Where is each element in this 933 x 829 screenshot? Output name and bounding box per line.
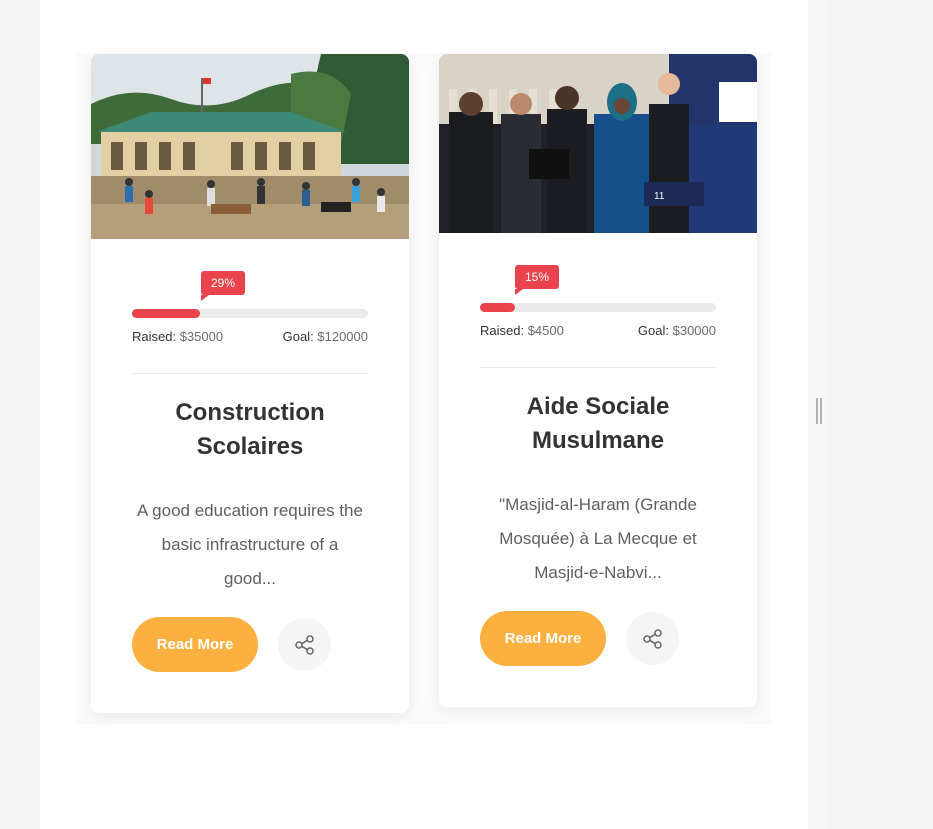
read-more-button[interactable]: Read More <box>480 611 606 666</box>
school-photo <box>91 54 409 239</box>
progress-track <box>132 309 368 318</box>
share-button[interactable] <box>626 612 679 665</box>
amounts-row: Raised: $4500 Goal: $30000 <box>480 323 716 343</box>
goal-value: $120000 <box>317 329 368 344</box>
raised-label: Raised: <box>132 329 177 344</box>
cause-description: "Masjid-al-Haram (Grande Mosquée) à La M… <box>499 495 697 582</box>
cause-title[interactable]: Aide Sociale Musulmane <box>439 390 757 458</box>
share-button[interactable] <box>278 618 331 671</box>
cause-card: 11 15% Raised: $4500 Goal: $30000 Aide S… <box>439 54 757 707</box>
read-more-button[interactable]: Read More <box>132 617 258 672</box>
share-icon <box>642 628 662 649</box>
percent-badge: 15% <box>515 265 560 295</box>
amounts-row: Raised: $35000 Goal: $120000 <box>132 329 368 349</box>
cause-card: 29% Raised: $35000 Goal: $120000 Constru… <box>91 54 409 713</box>
progress-track <box>480 303 716 312</box>
divider <box>480 367 716 368</box>
raised-value: $35000 <box>179 329 224 344</box>
raised-amount: Raised: $4500 <box>480 323 564 343</box>
raised-amount: Raised: $35000 <box>132 329 223 349</box>
goal-value: $30000 <box>672 323 716 338</box>
cause-description: A good education requires the basic infr… <box>137 501 363 588</box>
goal-amount: Goal: $30000 <box>638 323 716 343</box>
goal-label: Goal: <box>282 329 314 344</box>
cause-image-school[interactable] <box>91 54 409 239</box>
carousel-next-button[interactable] <box>815 398 823 424</box>
progress-fill <box>132 309 201 318</box>
press-conference-photo: 11 <box>439 54 757 233</box>
cause-image-press[interactable]: 11 <box>439 54 757 233</box>
svg-text:11: 11 <box>654 191 665 202</box>
percent-badge: 29% <box>201 271 246 301</box>
raised-value: $4500 <box>527 323 564 338</box>
progress-fill <box>480 303 516 312</box>
double-bar-arrow-icon <box>816 398 822 424</box>
cause-title[interactable]: Construction Scolaires <box>91 396 409 464</box>
raised-label: Raised: <box>480 323 525 338</box>
share-icon <box>294 634 314 655</box>
goal-amount: Goal: $120000 <box>283 329 368 349</box>
divider <box>132 373 368 374</box>
goal-label: Goal: <box>637 323 669 338</box>
